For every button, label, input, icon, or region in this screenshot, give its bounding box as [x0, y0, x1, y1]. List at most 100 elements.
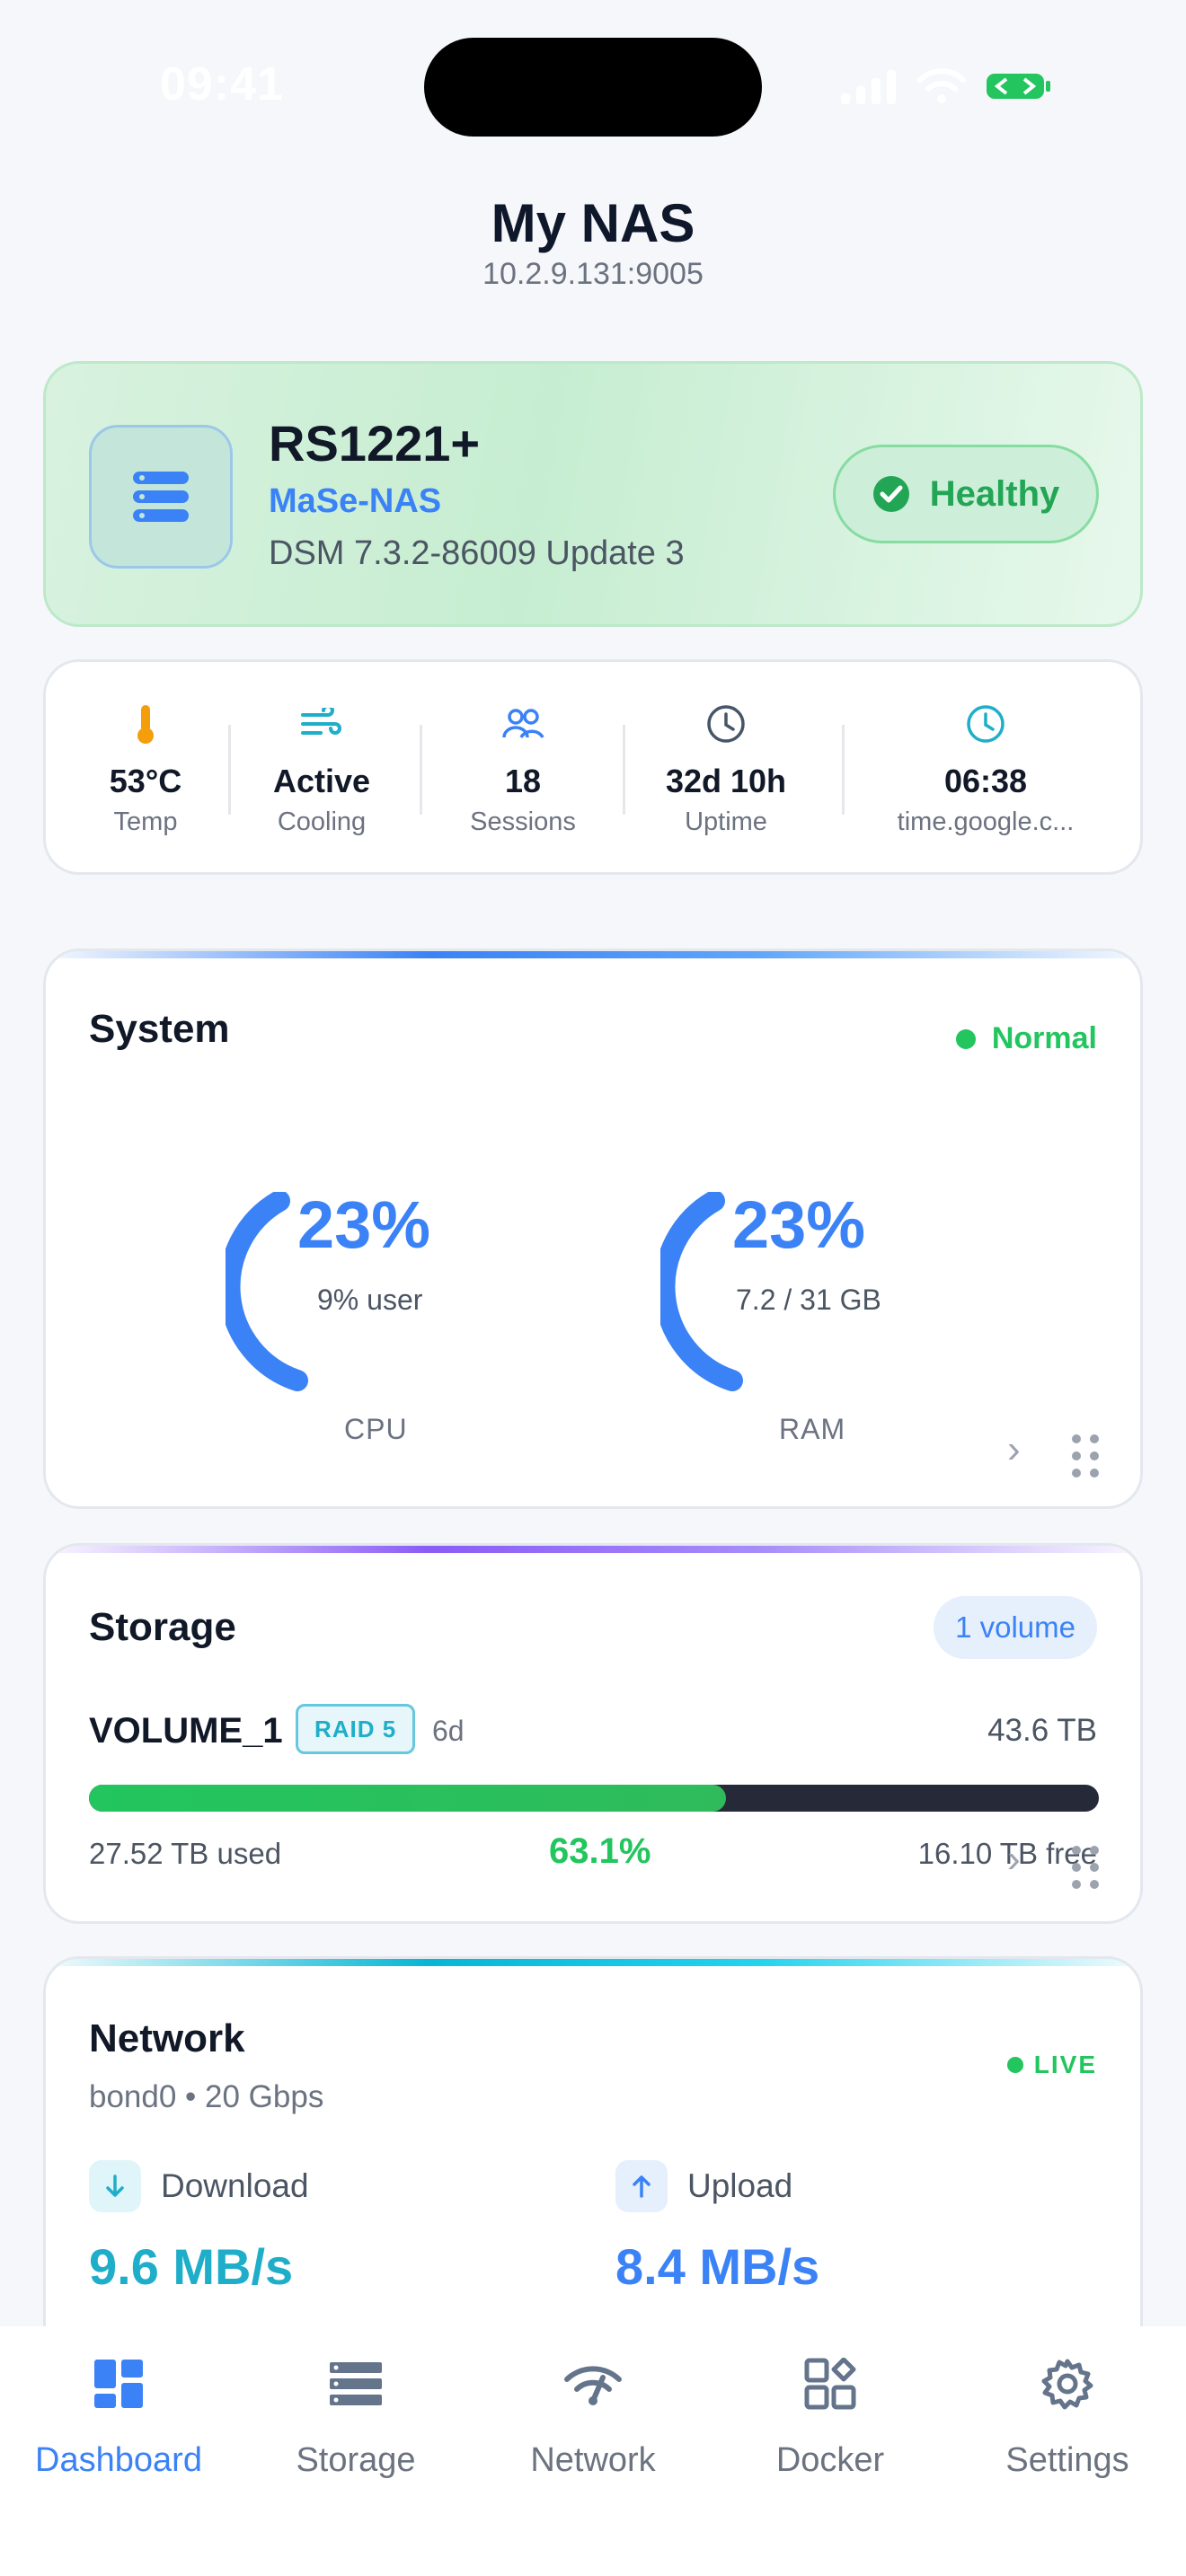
tab-bar: Dashboard Storage Network Docker Setting…	[0, 2326, 1186, 2576]
quick-stats-card: 53°C Temp Active Cooling 18 Sessions 32d…	[43, 659, 1143, 875]
device-card[interactable]: RS1221+ MaSe-NAS DSM 7.3.2-86009 Update …	[43, 361, 1143, 627]
cpu-label: CPU	[344, 1413, 408, 1445]
page-title: My NAS	[491, 193, 695, 253]
stat-label: Sessions	[470, 807, 576, 836]
device-model: RS1221+	[269, 415, 481, 472]
status-time: 09:41	[160, 58, 284, 110]
cpu-percent: 23%	[297, 1187, 431, 1262]
stat-divider	[420, 725, 422, 815]
system-card[interactable]: System Normal 23% 9% user CPU 23% 7.2 / …	[43, 948, 1143, 1509]
cpu-detail: 9% user	[317, 1284, 423, 1316]
ram-percent: 23%	[732, 1187, 866, 1262]
stat-divider	[842, 725, 845, 815]
chevron-right-icon[interactable]: ›	[1007, 1427, 1021, 1472]
dashboard-icon	[94, 2360, 143, 2408]
tab-docker[interactable]: Docker	[712, 2348, 949, 2480]
network-icon	[564, 2366, 622, 2405]
card-accent	[46, 951, 1140, 958]
chevron-right-icon[interactable]: ›	[1007, 1837, 1021, 1882]
upload-arrow-icon	[615, 2160, 668, 2212]
live-dot	[1006, 2057, 1023, 2073]
volume-count-badge: 1 volume	[934, 1596, 1097, 1659]
volume-age: 6d	[432, 1715, 465, 1747]
status-icons	[841, 66, 1053, 106]
stat-divider	[228, 725, 231, 815]
dynamic-island	[424, 38, 762, 137]
tab-label: Dashboard	[35, 2441, 202, 2479]
stat-label: Temp	[113, 807, 178, 836]
drag-handle-icon[interactable]	[1072, 1846, 1099, 1889]
download-value: 9.6 MB/s	[89, 2238, 294, 2295]
stat-label: time.google.c...	[897, 807, 1075, 836]
card-accent	[46, 1959, 1140, 1966]
tab-label: Storage	[296, 2441, 416, 2479]
check-circle-icon	[872, 476, 909, 512]
network-title: Network	[89, 2016, 245, 2060]
tab-storage[interactable]: Storage	[237, 2348, 474, 2480]
download-arrow-icon	[89, 2160, 141, 2212]
tab-label: Network	[530, 2441, 656, 2479]
signal-icon	[841, 70, 896, 104]
storage-title: Storage	[89, 1605, 236, 1649]
volume-size: 43.6 TB	[987, 1713, 1097, 1748]
network-interface: bond0 • 20 Gbps	[89, 2079, 324, 2114]
volume-usage-bar	[89, 1785, 1099, 1812]
storage-icon	[330, 2362, 382, 2405]
volume-name: VOLUME_1	[89, 1711, 283, 1751]
card-accent	[46, 1546, 1140, 1553]
stat-value: 18	[504, 763, 542, 799]
stat-sessions: 18 Sessions	[429, 701, 617, 837]
storage-card[interactable]: Storage 1 volume VOLUME_1 RAID 5 6d 43.6…	[43, 1543, 1143, 1924]
thermometer-icon	[137, 705, 154, 744]
volume-percent: 63.1%	[549, 1831, 651, 1871]
users-icon	[502, 709, 544, 738]
live-indicator: LIVE	[1006, 2051, 1097, 2079]
stat-value: 06:38	[943, 763, 1028, 799]
device-hostname: MaSe-NAS	[269, 482, 442, 520]
settings-icon	[1041, 2359, 1093, 2410]
volume-used: 27.52 TB used	[89, 1837, 282, 1870]
health-label: Healthy	[929, 473, 1060, 514]
stat-label: Cooling	[277, 807, 367, 836]
status-bar: 09:41	[0, 0, 1186, 171]
clock-icon	[707, 705, 745, 743]
tab-dashboard[interactable]: Dashboard	[0, 2348, 237, 2480]
docker-icon	[804, 2358, 856, 2410]
device-os-version: DSM 7.3.2-86009 Update 3	[269, 534, 685, 572]
drag-handle-icon[interactable]	[1072, 1434, 1099, 1478]
system-title: System	[89, 1007, 230, 1051]
upload-value: 8.4 MB/s	[615, 2238, 820, 2295]
stat-divider	[623, 725, 625, 815]
stat-label: Uptime	[685, 807, 767, 836]
server-icon	[133, 472, 189, 522]
wifi-icon	[917, 68, 966, 103]
volume-usage-fill	[89, 1785, 727, 1812]
clock-icon	[967, 705, 1005, 743]
fan-wind-icon	[301, 708, 341, 735]
download-label: Download	[161, 2167, 309, 2204]
stat-value: 32d 10h	[665, 763, 787, 799]
stat-cooling: Active Cooling	[236, 701, 407, 837]
stat-value: Active	[272, 763, 371, 799]
raid-badge: RAID 5	[296, 1704, 416, 1754]
tab-settings[interactable]: Settings	[949, 2348, 1186, 2480]
device-icon-box	[89, 425, 233, 569]
status-label: Normal	[991, 1021, 1097, 1055]
battery-icon	[987, 74, 1050, 99]
tab-label: Settings	[1005, 2441, 1129, 2479]
health-badge: Healthy	[833, 445, 1099, 543]
live-label: LIVE	[1033, 2051, 1097, 2078]
nas-address: 10.2.9.131:9005	[482, 257, 704, 291]
stat-uptime: 32d 10h Uptime	[632, 701, 820, 837]
upload-label: Upload	[687, 2167, 793, 2204]
stat-value: 53°C	[109, 763, 182, 799]
tab-network[interactable]: Network	[474, 2348, 712, 2480]
status-dot	[955, 1028, 976, 1049]
stat-ntp: 06:38 time.google.c...	[851, 701, 1120, 837]
stat-temp: 53°C Temp	[78, 701, 213, 837]
ram-detail: 7.2 / 31 GB	[736, 1284, 881, 1316]
ram-label: RAM	[779, 1413, 846, 1445]
tab-label: Docker	[775, 2441, 885, 2479]
network-card[interactable]: Network bond0 • 20 Gbps LIVE Download 9.…	[43, 1956, 1143, 2369]
system-status: Normal	[955, 1021, 1097, 1056]
